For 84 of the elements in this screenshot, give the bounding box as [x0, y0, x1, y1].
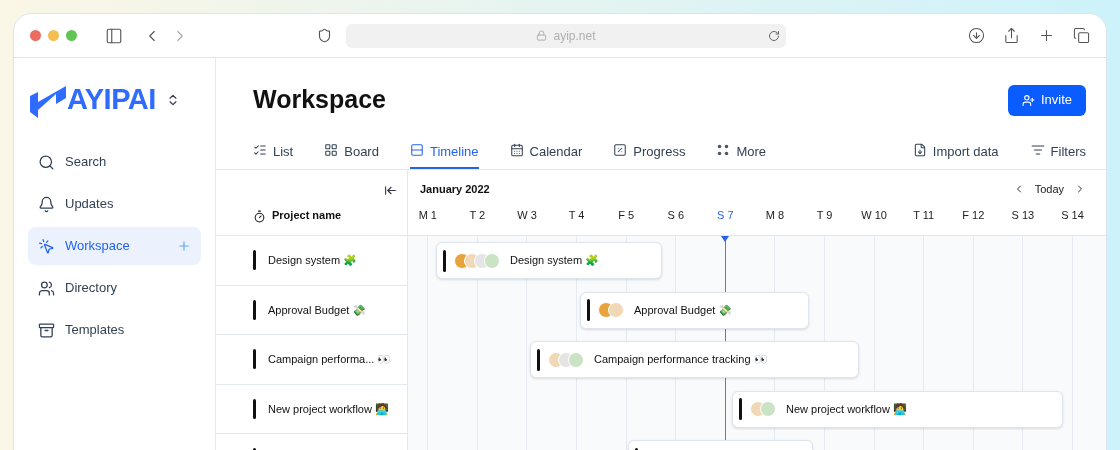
new-tab-icon[interactable]	[1038, 27, 1055, 44]
bar-label: Approval Budget 💸	[634, 302, 733, 318]
timeline-bar[interactable]: Approval Budget 💸	[580, 291, 809, 329]
sidebar-label: Search	[65, 153, 107, 172]
pointer-icon	[38, 237, 55, 255]
view-tab[interactable]: Calendar	[509, 142, 583, 169]
dots-icon	[716, 143, 731, 157]
status-bar-marker	[253, 349, 256, 370]
day-label: M 1	[418, 207, 437, 223]
toolbar-action[interactable]: Import data	[912, 142, 999, 169]
view-tab[interactable]: Board	[324, 142, 379, 169]
day-label: W 3	[517, 207, 537, 223]
day-label: T 9	[816, 207, 833, 223]
collapse-icon[interactable]	[384, 184, 397, 197]
today-button[interactable]: Today	[1034, 181, 1064, 198]
project-name[interactable]: Design system 🧩	[268, 252, 358, 269]
people-icon	[38, 279, 55, 297]
project-name[interactable]: Approval Budget 💸	[268, 301, 367, 318]
view-tab[interactable]: List	[253, 142, 294, 169]
close-window-button[interactable]	[30, 30, 41, 41]
timeline-bar[interactable]: Campaign performance tracking 👀	[530, 341, 859, 378]
download-icon[interactable]	[968, 27, 985, 44]
today-marker-icon	[720, 236, 729, 242]
day-label: S 13	[1011, 207, 1035, 223]
checklist-icon	[253, 143, 267, 157]
bar-label: Campaign performance tracking 👀	[594, 352, 768, 368]
day-label: T 4	[568, 207, 585, 223]
status-bar-marker	[253, 398, 256, 419]
filter-icon	[1030, 143, 1045, 157]
day-label: W 10	[861, 207, 887, 223]
column-header: Project name	[272, 207, 342, 223]
sidebar-item[interactable]: Workspace	[28, 227, 201, 265]
bar-label: New project workflow 🧑‍💻	[786, 401, 907, 418]
tabs-overview-icon[interactable]	[1073, 27, 1090, 44]
day-label: T 2	[469, 207, 486, 223]
day-label: F 5	[618, 207, 635, 223]
sidebar-label: Directory	[65, 279, 117, 298]
status-bar-marker	[253, 299, 256, 320]
logo-text: AYIPAI	[67, 82, 156, 118]
bar-label: Design system 🧩	[510, 253, 600, 269]
sidebar-label: Workspace	[65, 237, 130, 256]
status-bar-marker	[587, 299, 590, 321]
toolbar-action[interactable]: Filters	[1030, 142, 1086, 169]
calendar-icon	[509, 143, 524, 157]
day-label: S 14	[1061, 207, 1084, 223]
project-name[interactable]: New project workflow 🧑‍💻	[268, 400, 389, 417]
invite-button[interactable]: Invite	[1007, 84, 1086, 116]
percent-icon	[613, 143, 628, 157]
file-download-icon	[912, 143, 927, 157]
search-icon	[38, 153, 55, 171]
lock-icon	[536, 30, 548, 41]
day-label: F 12	[962, 207, 985, 223]
rows-icon	[409, 143, 424, 157]
timeline-bar[interactable]: New project workflow 🧑‍💻	[732, 390, 1063, 428]
reload-icon[interactable]	[768, 29, 780, 42]
timeline-bar[interactable]: Design system 🧩	[436, 242, 662, 279]
month-label: January 2022	[420, 182, 490, 197]
tray-icon	[38, 321, 55, 339]
sidebar-item[interactable]: Directory	[28, 269, 201, 307]
page-title: Workspace	[253, 84, 386, 116]
bell-icon	[38, 195, 55, 213]
day-label: S 6	[667, 207, 684, 223]
share-icon[interactable]	[1003, 27, 1020, 44]
status-bar-marker	[443, 249, 446, 272]
sidebar-item[interactable]: Templates	[28, 311, 201, 349]
view-tab[interactable]: More	[716, 142, 766, 169]
timer-icon	[253, 210, 266, 223]
view-tab[interactable]: Progress	[613, 142, 686, 169]
shield-icon[interactable]	[317, 28, 332, 43]
day-label: T 11	[913, 207, 935, 223]
sidebar-label: Updates	[65, 195, 114, 214]
grid-icon	[324, 143, 339, 157]
day-label: S 7	[717, 207, 734, 223]
status-bar-marker	[739, 398, 742, 420]
sidebar-item[interactable]: Search	[28, 143, 201, 181]
url-text: ayip.net	[553, 27, 596, 45]
project-name[interactable]: Campaign performa... 👀	[268, 351, 392, 368]
day-label: M 8	[765, 207, 785, 223]
user-icon	[1021, 93, 1035, 107]
sidebar-toggle-icon[interactable]	[105, 26, 123, 45]
sidebar-label: Templates	[65, 321, 125, 340]
sidebar-item[interactable]: Updates	[28, 185, 201, 223]
status-bar-marker	[537, 348, 540, 371]
status-bar-marker	[253, 250, 256, 271]
